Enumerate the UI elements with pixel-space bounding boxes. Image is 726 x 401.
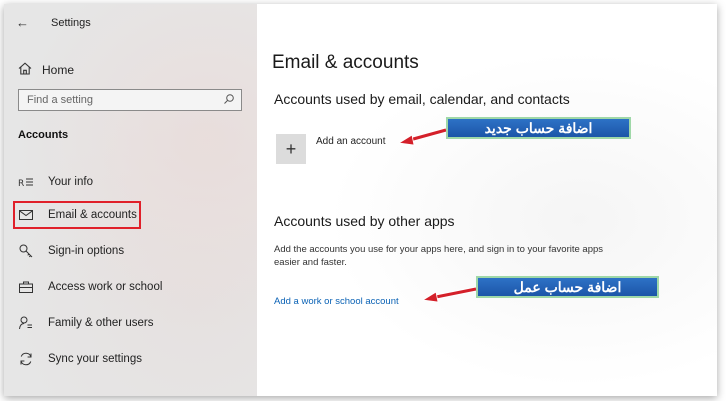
settings-window: ← Settings Home Accounts R Your info Ema… — [4, 4, 717, 396]
arrow-to-add-account — [397, 127, 447, 146]
callout-add-account: اضافة حساب جديد — [446, 117, 631, 139]
annotation-arrows — [397, 127, 477, 303]
callout-work-account: اضافة حساب عمل — [476, 276, 659, 298]
arrow-to-work-account — [421, 286, 477, 303]
